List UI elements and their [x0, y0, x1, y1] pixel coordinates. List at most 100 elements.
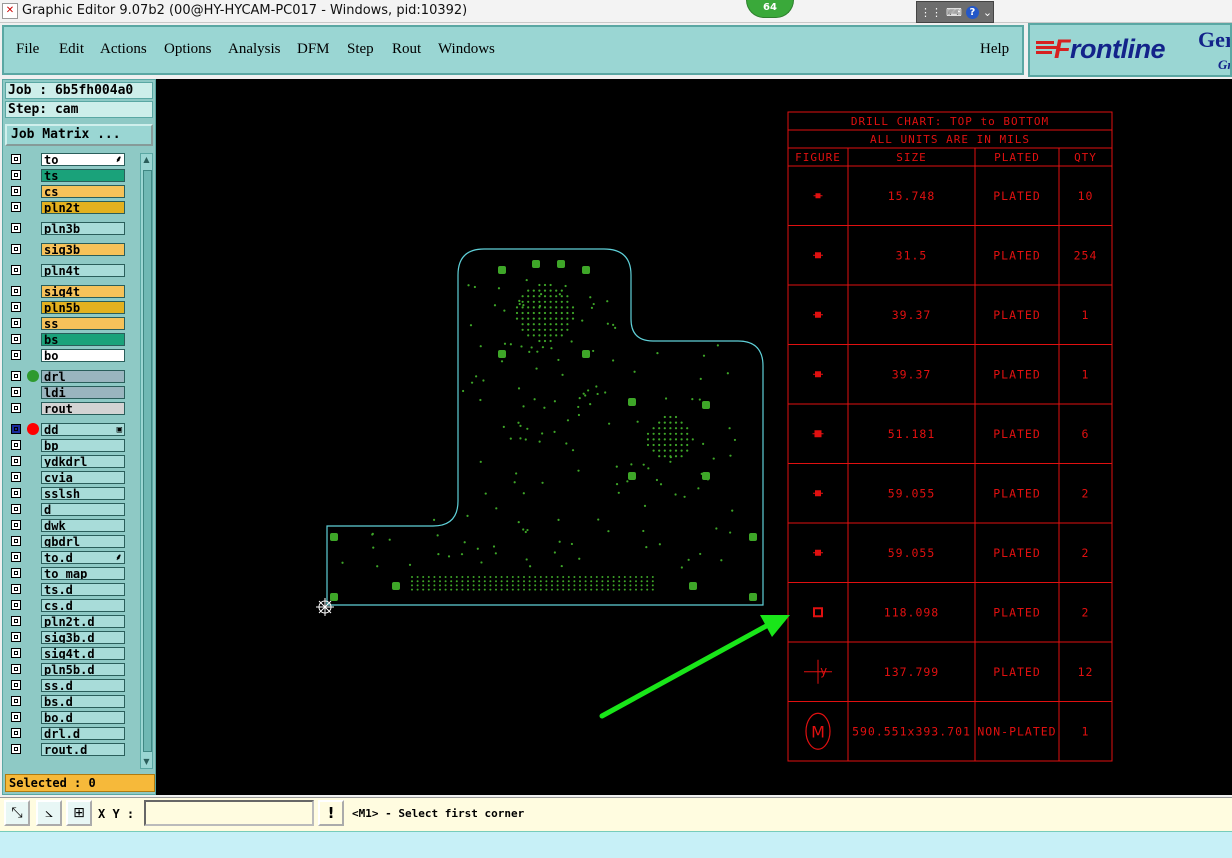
layer-name[interactable]: cs.d [41, 599, 125, 612]
layer-checkbox[interactable] [11, 424, 21, 434]
layer-name[interactable]: ldi [41, 386, 125, 399]
layer-name[interactable]: pln2t [41, 201, 125, 214]
layer-name[interactable]: ts [41, 169, 125, 182]
layer-name[interactable]: sslsh [41, 487, 125, 500]
layer-row-d[interactable]: d [5, 503, 127, 517]
layer-checkbox[interactable] [11, 244, 21, 254]
layer-row-rout-d[interactable]: rout.d [5, 743, 127, 757]
zoom-fit-button[interactable]: ⤡ [4, 800, 30, 826]
grid-snap-button[interactable]: ⊞ [66, 800, 92, 826]
layer-checkbox[interactable] [11, 302, 21, 312]
layer-checkbox[interactable] [11, 648, 21, 658]
layer-checkbox[interactable] [11, 186, 21, 196]
layer-row-bp[interactable]: bp [5, 439, 127, 453]
layer-row-pln3b[interactable]: pln3b [5, 222, 127, 236]
layer-row-bs[interactable]: bs [5, 333, 127, 347]
layer-row-cs[interactable]: cs [5, 185, 127, 199]
layer-checkbox[interactable] [11, 632, 21, 642]
layer-checkbox[interactable] [11, 520, 21, 530]
layer-checkbox[interactable] [11, 223, 21, 233]
layer-checkbox[interactable] [11, 350, 21, 360]
layer-name[interactable]: gbdrl [41, 535, 125, 548]
layer-checkbox[interactable] [11, 664, 21, 674]
layer-checkbox[interactable] [11, 387, 21, 397]
layer-name[interactable]: sig3b.d [41, 631, 125, 644]
layer-row-pln4t[interactable]: pln4t [5, 264, 127, 278]
layer-checkbox[interactable] [11, 265, 21, 275]
menu-analysis[interactable]: Analysis [228, 41, 281, 58]
layer-name[interactable]: pln5b [41, 301, 125, 314]
menu-actions[interactable]: Actions [100, 41, 147, 58]
measure-button[interactable]: ⦣ [36, 800, 62, 826]
scroll-up-icon[interactable]: ▲ [141, 154, 152, 166]
layer-row-gbdrl[interactable]: gbdrl [5, 535, 127, 549]
layer-checkbox[interactable] [11, 472, 21, 482]
layer-name[interactable]: rout.d [41, 743, 125, 756]
layer-row-dwk[interactable]: dwk [5, 519, 127, 533]
layer-checkbox[interactable] [11, 712, 21, 722]
keyboard-icon[interactable]: ⌨ [946, 6, 962, 19]
layer-checkbox[interactable] [11, 202, 21, 212]
layer-row-sig4t[interactable]: sig4t [5, 285, 127, 299]
layer-name[interactable]: pln5b.d [41, 663, 125, 676]
layer-checkbox[interactable] [11, 488, 21, 498]
layer-row-pln2t[interactable]: pln2t [5, 201, 127, 215]
layer-scrollbar[interactable]: ▲ ▼ [140, 153, 153, 769]
layer-name[interactable]: rout [41, 402, 125, 415]
layer-row-to[interactable]: to ⸙ [5, 153, 127, 167]
layer-row-sig3b-d[interactable]: sig3b.d [5, 631, 127, 645]
layer-checkbox[interactable] [11, 286, 21, 296]
layer-checkbox[interactable] [11, 536, 21, 546]
job-matrix-button[interactable]: Job Matrix ... [5, 124, 153, 146]
layer-name[interactable]: to.d ⸙ [41, 551, 125, 564]
menu-options[interactable]: Options [164, 41, 212, 58]
layer-row-rout[interactable]: rout [5, 402, 127, 416]
layer-name[interactable]: ts.d [41, 583, 125, 596]
layer-row-cs-d[interactable]: cs.d [5, 599, 127, 613]
layer-name[interactable]: bp [41, 439, 125, 452]
layer-name[interactable]: dd ▣ [41, 423, 125, 436]
layer-checkbox[interactable] [11, 552, 21, 562]
layer-checkbox[interactable] [11, 584, 21, 594]
layer-checkbox[interactable] [11, 318, 21, 328]
menu-dfm[interactable]: DFM [297, 41, 330, 58]
layer-row-ss[interactable]: ss [5, 317, 127, 331]
layer-checkbox[interactable] [11, 154, 21, 164]
warning-button[interactable]: ! [318, 800, 344, 826]
scroll-down-icon[interactable]: ▼ [141, 756, 152, 768]
layer-name[interactable]: to ⸙ [41, 153, 125, 166]
menu-file[interactable]: File [16, 41, 39, 58]
layer-name[interactable]: pln4t [41, 264, 125, 277]
layer-row-ldi[interactable]: ldi [5, 386, 127, 400]
layer-name[interactable]: drl [41, 370, 125, 383]
layer-row-sig4t-d[interactable]: sig4t.d [5, 647, 127, 661]
layer-row-drl[interactable]: drl [5, 370, 127, 384]
layer-checkbox[interactable] [11, 600, 21, 610]
input-tray[interactable]: ⋮⋮ ⌨ ? ⌄ [916, 1, 994, 23]
layer-row-cvia[interactable]: cvia [5, 471, 127, 485]
layer-name[interactable]: drl.d [41, 727, 125, 740]
layer-checkbox[interactable] [11, 744, 21, 754]
layer-name[interactable]: bs.d [41, 695, 125, 708]
layer-checkbox[interactable] [11, 680, 21, 690]
menu-windows[interactable]: Windows [438, 41, 495, 58]
layer-checkbox[interactable] [11, 170, 21, 180]
layer-name[interactable]: sig3b [41, 243, 125, 256]
layer-name[interactable]: sig4t [41, 285, 125, 298]
layer-name[interactable]: ss.d [41, 679, 125, 692]
layer-row-sslsh[interactable]: sslsh [5, 487, 127, 501]
layer-name[interactable]: pln2t.d [41, 615, 125, 628]
layer-name[interactable]: pln3b [41, 222, 125, 235]
layer-name[interactable]: dwk [41, 519, 125, 532]
layer-name[interactable]: bo [41, 349, 125, 362]
layer-row-sig3b[interactable]: sig3b [5, 243, 127, 257]
layer-row-bo-d[interactable]: bo.d [5, 711, 127, 725]
xy-input[interactable] [144, 800, 314, 826]
layer-row-to-d[interactable]: to.d ⸙ [5, 551, 127, 565]
layer-row-ts-d[interactable]: ts.d [5, 583, 127, 597]
layer-row-pln5b[interactable]: pln5b [5, 301, 127, 315]
layer-name[interactable]: sig4t.d [41, 647, 125, 660]
chevron-down-icon[interactable]: ⌄ [983, 6, 992, 19]
layer-row-bs-d[interactable]: bs.d [5, 695, 127, 709]
layer-name[interactable]: ss [41, 317, 125, 330]
